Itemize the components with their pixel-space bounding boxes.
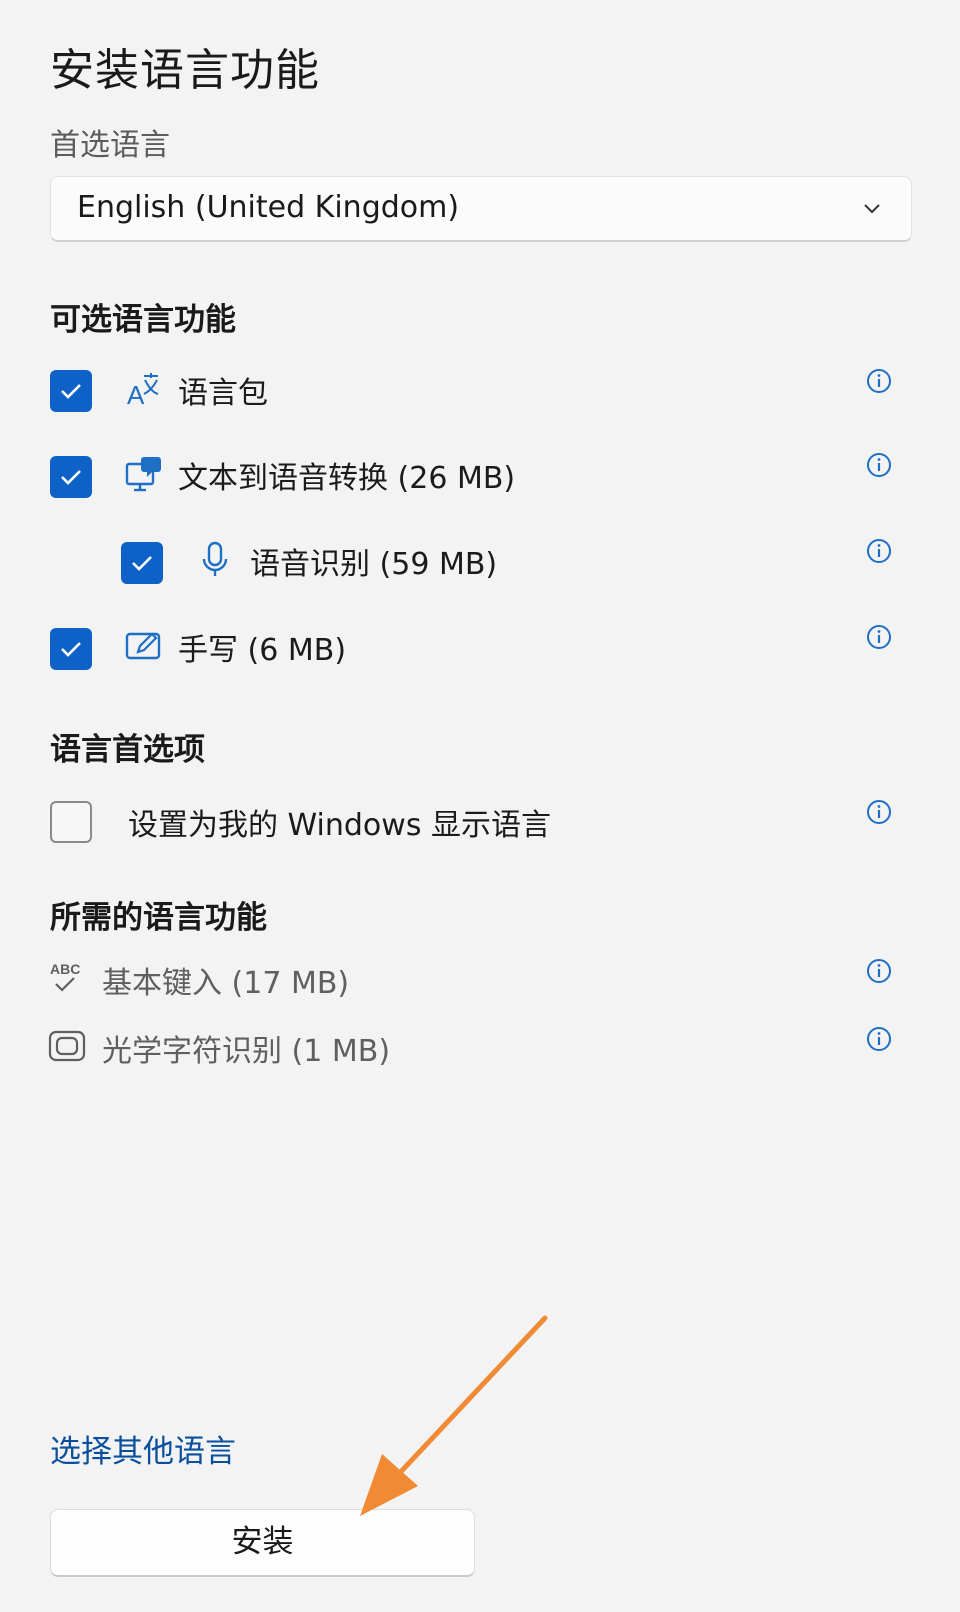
chevron-down-icon <box>864 204 880 214</box>
info-icon[interactable] <box>866 538 892 564</box>
checkmark-icon <box>61 470 81 485</box>
required-feature-ocr: 光学字符识别 (1 MB) <box>0 1024 960 1084</box>
display-language-checkbox[interactable] <box>50 801 92 843</box>
basic-typing-icon: ABC <box>50 961 80 992</box>
display-language-option: 设置为我的 Windows 显示语言 <box>0 795 960 855</box>
optional-feature-language-pack: A 语言包 <box>0 362 960 422</box>
text-to-speech-checkbox[interactable] <box>50 456 92 498</box>
handwriting-checkbox[interactable] <box>50 628 92 670</box>
handwriting-icon <box>125 632 161 660</box>
speech-recognition-checkbox[interactable] <box>121 542 163 584</box>
checkmark-icon <box>61 384 81 399</box>
language-preferences-heading: 语言首选项 <box>50 732 205 768</box>
info-icon[interactable] <box>866 368 892 394</box>
text-to-speech-icon <box>125 457 161 492</box>
preferred-language-value: English (United Kingdom) <box>77 190 460 225</box>
language-pack-checkbox[interactable] <box>50 370 92 412</box>
language-pack-label: 语言包 <box>178 376 268 411</box>
checkmark-icon <box>132 556 152 571</box>
info-icon[interactable] <box>866 799 892 825</box>
choose-other-language-link[interactable]: 选择其他语言 <box>50 1426 236 1471</box>
optional-feature-handwriting: 手写 (6 MB) <box>0 620 960 680</box>
optional-feature-speech-recognition: 语音识别 (59 MB) <box>0 534 960 594</box>
speech-recognition-label: 语音识别 (59 MB) <box>250 547 498 582</box>
optional-features-heading: 可选语言功能 <box>50 302 236 338</box>
install-button[interactable]: 安装 <box>50 1509 475 1577</box>
page-title: 安装语言功能 <box>50 45 320 96</box>
preferred-language-dropdown[interactable]: English (United Kingdom) <box>50 176 912 242</box>
language-pack-icon: A <box>127 373 159 410</box>
required-features-heading: 所需的语言功能 <box>50 900 267 936</box>
optional-feature-text-to-speech: 文本到语音转换 (26 MB) <box>0 448 960 508</box>
info-icon[interactable] <box>866 452 892 478</box>
preferred-language-label: 首选语言 <box>50 128 170 163</box>
handwriting-label: 手写 (6 MB) <box>178 633 347 668</box>
text-to-speech-label: 文本到语音转换 (26 MB) <box>178 461 516 496</box>
svg-text:ABC: ABC <box>50 961 80 977</box>
checkmark-icon <box>61 642 81 657</box>
display-language-label: 设置为我的 Windows 显示语言 <box>128 808 551 843</box>
info-icon[interactable] <box>866 624 892 650</box>
required-feature-basic-typing: ABC 基本键入 (17 MB) <box>0 956 960 1016</box>
info-icon[interactable] <box>866 958 892 984</box>
ocr-icon <box>48 1030 86 1062</box>
microphone-icon <box>202 541 228 576</box>
svg-text:A: A <box>127 380 145 410</box>
info-icon[interactable] <box>866 1026 892 1052</box>
basic-typing-label: 基本键入 (17 MB) <box>102 966 350 1001</box>
ocr-label: 光学字符识别 (1 MB) <box>102 1034 391 1069</box>
